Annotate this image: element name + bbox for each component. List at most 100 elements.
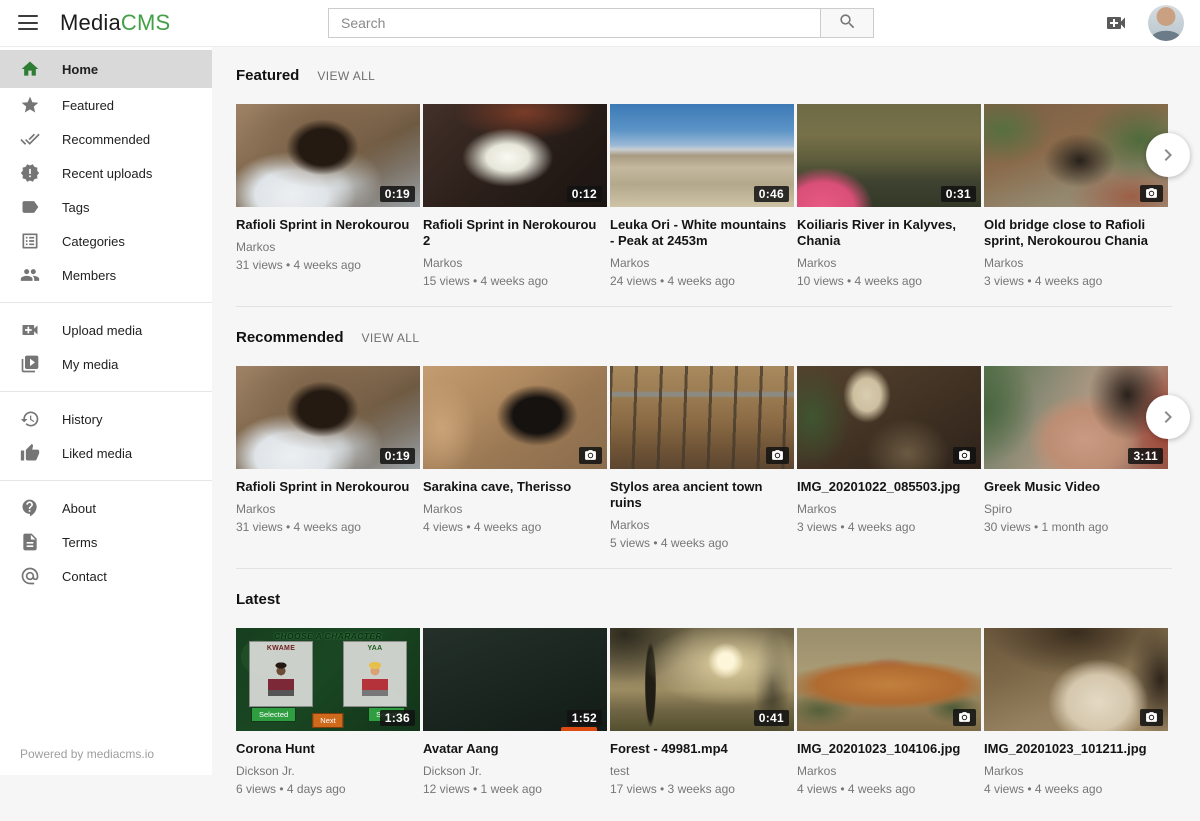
media-author[interactable]: Spiro <box>984 502 1168 516</box>
sidebar-item-categories[interactable]: Categories <box>0 224 212 258</box>
media-author[interactable]: Markos <box>236 502 420 516</box>
media-title[interactable]: IMG_20201022_085503.jpg <box>797 479 981 495</box>
media-title[interactable]: Leuka Ori - White mountains - Peak at 24… <box>610 217 794 249</box>
media-meta: 12 views • 1 week ago <box>423 782 607 796</box>
user-avatar[interactable] <box>1148 5 1184 41</box>
media-card[interactable]: 1:52 Avatar Aang Dickson Jr. 12 views • 1 w… <box>423 628 607 796</box>
sidebar-item-label: Tags <box>62 200 89 215</box>
media-meta: 4 views • 4 weeks ago <box>423 520 607 534</box>
media-author[interactable]: Markos <box>423 256 607 270</box>
media-card[interactable]: 3:11 Greek Music Video Spiro 30 views • 1 m… <box>984 366 1168 550</box>
menu-icon[interactable] <box>18 15 38 30</box>
media-thumbnail[interactable]: 0:12 <box>423 104 607 207</box>
search-input[interactable] <box>328 8 820 38</box>
media-author[interactable]: Markos <box>610 518 794 532</box>
media-row: 0:19Rafioli Sprint in NerokourouMarkos31… <box>236 104 1172 288</box>
media-author[interactable]: Markos <box>610 256 794 270</box>
media-card[interactable]: IMG_20201023_101211.jpgMarkos4 views • 4… <box>984 628 1168 796</box>
sidebar-item-members[interactable]: Members <box>0 258 212 292</box>
media-title[interactable]: Rafioli Sprint in Nerokourou <box>236 217 420 233</box>
media-author[interactable]: Markos <box>797 764 981 778</box>
media-title[interactable]: Rafioli Sprint in Nerokourou <box>236 479 420 495</box>
media-thumbnail[interactable] <box>797 628 981 731</box>
media-card[interactable]: CHOOSE A CHARACTERKWAMEYAASelectedNextSe… <box>236 628 420 796</box>
sidebar-item-label: Terms <box>62 535 97 550</box>
view-all-link[interactable]: VIEW ALL <box>317 69 375 83</box>
media-thumbnail[interactable] <box>797 366 981 469</box>
media-meta: 15 views • 4 weeks ago <box>423 274 607 288</box>
media-title[interactable]: Stylos area ancient town ruins <box>610 479 794 511</box>
media-author[interactable]: Markos <box>984 256 1168 270</box>
media-author[interactable]: Markos <box>423 502 607 516</box>
media-thumbnail[interactable]: 0:19 <box>236 104 420 207</box>
search-bar <box>328 8 874 38</box>
view-all-link[interactable]: VIEW ALL <box>362 331 420 345</box>
media-meta: 30 views • 1 month ago <box>984 520 1168 534</box>
media-title[interactable]: Koiliaris River in Kalyves, Chania <box>797 217 981 249</box>
media-card[interactable]: IMG_20201022_085503.jpg Markos 3 views • 4… <box>797 366 981 550</box>
media-title[interactable]: IMG_20201023_104106.jpg <box>797 741 981 757</box>
sidebar-item-liked-media[interactable]: Liked media <box>0 436 212 470</box>
media-thumbnail[interactable] <box>610 366 794 469</box>
home-icon <box>20 59 40 79</box>
media-thumbnail[interactable]: CHOOSE A CHARACTERKWAMEYAASelectedNextSe… <box>236 628 420 731</box>
sidebar-item-tags[interactable]: Tags <box>0 190 212 224</box>
media-card[interactable]: 0:46 Leuka Ori - White mountains - Peak a… <box>610 104 794 288</box>
search-button[interactable] <box>820 8 874 38</box>
media-author[interactable]: test <box>610 764 794 778</box>
sidebar-item-upload-media[interactable]: Upload media <box>0 313 212 347</box>
upload-media-icon <box>20 320 40 340</box>
media-title[interactable]: Avatar Aang <box>423 741 607 757</box>
media-title[interactable]: Sarakina cave, Therisso <box>423 479 607 495</box>
media-title[interactable]: Rafioli Sprint in Nerokourou 2 <box>423 217 607 249</box>
media-thumbnail[interactable] <box>423 366 607 469</box>
media-author[interactable]: Markos <box>236 240 420 254</box>
carousel-next-button[interactable] <box>1146 395 1190 439</box>
sidebar-item-label: My media <box>62 357 118 372</box>
media-meta: 3 views • 4 weeks ago <box>797 520 981 534</box>
media-card[interactable]: Stylos area ancient town ruinsMarkos5 vi… <box>610 366 794 550</box>
sidebar-item-home[interactable]: Home <box>0 50 212 88</box>
carousel-next-button[interactable] <box>1146 133 1190 177</box>
media-thumbnail[interactable]: 0:41 <box>610 628 794 731</box>
media-thumbnail[interactable]: 3:11 <box>984 366 1168 469</box>
media-author[interactable]: Dickson Jr. <box>236 764 420 778</box>
sidebar-item-history[interactable]: History <box>0 402 212 436</box>
video-upload-button[interactable] <box>1104 11 1128 35</box>
sidebar-item-featured[interactable]: Featured <box>0 88 212 122</box>
media-card[interactable]: 0:41Forest - 49981.mp4test17 views • 3 w… <box>610 628 794 796</box>
media-thumbnail[interactable]: 1:52 <box>423 628 607 731</box>
media-card[interactable]: IMG_20201023_104106.jpgMarkos4 views • 4… <box>797 628 981 796</box>
thumb-next-button: Next <box>312 713 343 728</box>
media-card[interactable]: 0:12 Rafioli Sprint in Nerokourou 2 Markos… <box>423 104 607 288</box>
media-card[interactable]: 0:19Rafioli Sprint in NerokourouMarkos31… <box>236 104 420 288</box>
media-author[interactable]: Markos <box>984 764 1168 778</box>
media-author[interactable]: Dickson Jr. <box>423 764 607 778</box>
media-thumbnail[interactable]: 0:31 <box>797 104 981 207</box>
media-author[interactable]: Markos <box>797 502 981 516</box>
sidebar-item-recommended[interactable]: Recommended <box>0 122 212 156</box>
sidebar-item-terms[interactable]: Terms <box>0 525 212 559</box>
media-thumbnail[interactable] <box>984 104 1168 207</box>
media-thumbnail[interactable] <box>984 628 1168 731</box>
sidebar-item-label: Recent uploads <box>62 166 152 181</box>
media-thumbnail[interactable]: 0:46 <box>610 104 794 207</box>
duration-badge: 3:11 <box>1128 448 1163 464</box>
media-author[interactable]: Markos <box>797 256 981 270</box>
app-logo[interactable]: MediaCMS <box>60 10 170 36</box>
sidebar-item-my-media[interactable]: My media <box>0 347 212 381</box>
media-title[interactable]: Old bridge close to Rafioli sprint, Nero… <box>984 217 1168 249</box>
media-card[interactable]: Sarakina cave, Therisso Markos 4 views • 4… <box>423 366 607 550</box>
media-title[interactable]: Greek Music Video <box>984 479 1168 495</box>
media-title[interactable]: Forest - 49981.mp4 <box>610 741 794 757</box>
media-thumbnail[interactable]: 0:19 <box>236 366 420 469</box>
sidebar-item-contact[interactable]: Contact <box>0 559 212 593</box>
media-card[interactable]: 0:19Rafioli Sprint in NerokourouMarkos31… <box>236 366 420 550</box>
sidebar-item-recent-uploads[interactable]: Recent uploads <box>0 156 212 190</box>
media-card[interactable]: 0:31 Koiliaris River in Kalyves, Chania Ma… <box>797 104 981 288</box>
media-title[interactable]: IMG_20201023_101211.jpg <box>984 741 1168 757</box>
sidebar-item-about[interactable]: About <box>0 491 212 525</box>
media-title[interactable]: Corona Hunt <box>236 741 420 757</box>
media-card[interactable]: Old bridge close to Rafioli sprint, Nero… <box>984 104 1168 288</box>
header-actions <box>1104 0 1184 46</box>
